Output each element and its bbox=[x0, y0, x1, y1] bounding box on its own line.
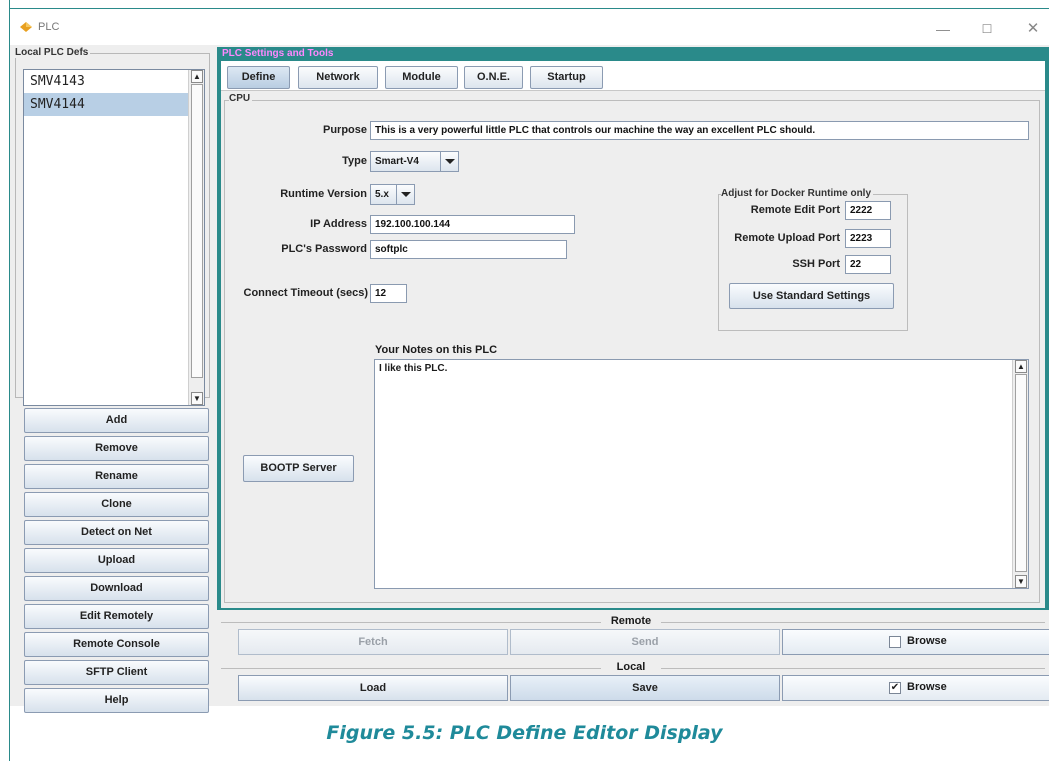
figure-caption: Figure 5.5: PLC Define Editor Display bbox=[326, 722, 723, 744]
notes-text: I like this PLC. bbox=[379, 363, 448, 374]
runtime-version-value: 5.x bbox=[375, 189, 389, 200]
scroll-up-icon[interactable]: ▲ bbox=[1015, 360, 1027, 373]
notes-scrollbar[interactable]: ▲ ▼ bbox=[1012, 360, 1028, 588]
plc-list-scrollbar[interactable]: ▲ ▼ bbox=[188, 70, 204, 405]
ip-address-label: IP Address bbox=[310, 218, 367, 230]
remote-upload-port-field[interactable]: 2223 bbox=[845, 229, 891, 248]
plc-password-field[interactable]: softplc bbox=[370, 240, 567, 259]
notes-label: Your Notes on this PLC bbox=[375, 344, 498, 356]
maximize-button[interactable]: ☐ bbox=[972, 19, 1002, 39]
close-button[interactable]: ✕ bbox=[1018, 19, 1048, 39]
docker-group-title: Adjust for Docker Runtime only bbox=[721, 188, 874, 199]
window-title: PLC bbox=[38, 21, 60, 33]
tab-network[interactable]: Network bbox=[298, 66, 378, 89]
scroll-thumb[interactable] bbox=[1015, 374, 1027, 572]
notes-textarea[interactable]: I like this PLC. ▲ ▼ bbox=[374, 359, 1029, 589]
remote-upload-port-label: Remote Upload Port bbox=[734, 232, 840, 244]
sftp-client-button[interactable]: SFTP Client bbox=[24, 660, 209, 685]
tab-strip: Define Network Module O.N.E. Startup bbox=[221, 61, 1045, 91]
detect-on-net-button[interactable]: Detect on Net bbox=[24, 520, 209, 545]
bootp-server-button[interactable]: BOOTP Server bbox=[243, 455, 354, 482]
purpose-label: Purpose bbox=[322, 124, 367, 136]
connect-timeout-label: Connect Timeout (secs) bbox=[243, 287, 369, 299]
remote-section: Remote Fetch Send Browse bbox=[217, 613, 1049, 657]
rename-button[interactable]: Rename bbox=[24, 464, 209, 489]
ssh-port-field[interactable]: 22 bbox=[845, 255, 891, 274]
scroll-up-icon[interactable]: ▲ bbox=[191, 70, 203, 83]
help-button[interactable]: Help bbox=[24, 688, 209, 713]
chevron-down-icon[interactable] bbox=[440, 152, 458, 171]
type-select[interactable]: Smart-V4 bbox=[370, 151, 459, 172]
connect-timeout-field[interactable]: 12 bbox=[370, 284, 407, 303]
remote-label: Remote bbox=[601, 615, 661, 627]
send-button[interactable]: Send bbox=[510, 629, 780, 655]
local-label: Local bbox=[601, 661, 661, 673]
scroll-thumb[interactable] bbox=[191, 84, 203, 378]
local-plc-defs-title: Local PLC Defs bbox=[15, 47, 91, 58]
local-browse-checkbox[interactable]: ✔ bbox=[889, 682, 901, 694]
plc-list-item-selected[interactable]: SMV4144 bbox=[24, 93, 204, 116]
window-client: Local PLC Defs SMV4143 SMV4144 ▲ ▼ Add R… bbox=[10, 45, 1049, 713]
fetch-button[interactable]: Fetch bbox=[238, 629, 508, 655]
plc-settings-content: Define Network Module O.N.E. Startup CPU… bbox=[221, 61, 1045, 608]
minimize-button[interactable]: — bbox=[928, 19, 958, 39]
plc-window: PLC — ☐ ✕ Local PLC Defs SMV4143 SMV4144… bbox=[10, 9, 1049, 713]
left-button-stack: Add Remove Rename Clone Detect on Net Up… bbox=[24, 408, 209, 716]
remote-browse-checkbox[interactable] bbox=[889, 636, 901, 648]
type-select-value: Smart-V4 bbox=[375, 156, 419, 167]
runtime-version-label: Runtime Version bbox=[280, 188, 367, 200]
tab-define[interactable]: Define bbox=[227, 66, 290, 89]
clone-button[interactable]: Clone bbox=[24, 492, 209, 517]
runtime-version-select[interactable]: 5.x bbox=[370, 184, 415, 205]
remove-button[interactable]: Remove bbox=[24, 436, 209, 461]
remote-edit-port-label: Remote Edit Port bbox=[750, 204, 840, 216]
purpose-field[interactable]: This is a very powerful little PLC that … bbox=[370, 121, 1029, 140]
remote-console-button[interactable]: Remote Console bbox=[24, 632, 209, 657]
local-browse-toggle[interactable]: ✔ Browse bbox=[782, 675, 1049, 701]
plc-password-label: PLC's Password bbox=[281, 243, 367, 255]
scroll-down-icon[interactable]: ▼ bbox=[191, 392, 203, 405]
plc-list[interactable]: SMV4143 SMV4144 ▲ ▼ bbox=[23, 69, 205, 406]
upload-button[interactable]: Upload bbox=[24, 548, 209, 573]
tab-startup[interactable]: Startup bbox=[530, 66, 603, 89]
local-section: Local Load Save ✔ Browse bbox=[217, 659, 1049, 703]
plc-settings-panel: PLC Settings and Tools Define Network Mo… bbox=[213, 45, 1049, 706]
tab-module[interactable]: Module bbox=[385, 66, 458, 89]
plc-settings-frame: PLC Settings and Tools Define Network Mo… bbox=[217, 47, 1049, 610]
remote-edit-port-field[interactable]: 2222 bbox=[845, 201, 891, 220]
plc-app-icon bbox=[20, 22, 32, 32]
type-label: Type bbox=[342, 155, 367, 167]
tab-one[interactable]: O.N.E. bbox=[464, 66, 523, 89]
use-standard-settings-button[interactable]: Use Standard Settings bbox=[729, 283, 894, 309]
load-button[interactable]: Load bbox=[238, 675, 508, 701]
local-browse-label: Browse bbox=[907, 681, 947, 693]
chevron-down-icon[interactable] bbox=[396, 185, 414, 204]
remote-browse-label: Browse bbox=[907, 635, 947, 647]
cpu-group-title: CPU bbox=[229, 93, 253, 104]
scroll-down-icon[interactable]: ▼ bbox=[1015, 575, 1027, 588]
add-button[interactable]: Add bbox=[24, 408, 209, 433]
save-button[interactable]: Save bbox=[510, 675, 780, 701]
title-bar: PLC — ☐ ✕ bbox=[10, 9, 1049, 45]
plc-settings-title: PLC Settings and Tools bbox=[222, 48, 334, 59]
plc-list-item[interactable]: SMV4143 bbox=[24, 70, 204, 93]
edit-remotely-button[interactable]: Edit Remotely bbox=[24, 604, 209, 629]
ssh-port-label: SSH Port bbox=[792, 258, 840, 270]
download-button[interactable]: Download bbox=[24, 576, 209, 601]
ip-address-field[interactable]: 192.100.100.144 bbox=[370, 215, 575, 234]
remote-browse-toggle[interactable]: Browse bbox=[782, 629, 1049, 655]
